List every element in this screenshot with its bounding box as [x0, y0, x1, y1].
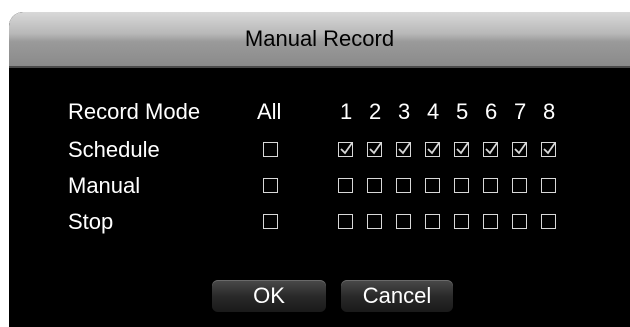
channel-header-4: 4	[427, 99, 440, 124]
stop-channel-8-checkbox[interactable]	[541, 214, 556, 229]
manual-channel-7-checkbox[interactable]	[512, 178, 527, 193]
stop-channel-7-checkbox[interactable]	[512, 214, 527, 229]
stop-all-checkbox[interactable]	[263, 214, 278, 229]
manual-channel-5-checkbox[interactable]	[454, 178, 469, 193]
checkmark-icon	[514, 142, 527, 155]
schedule-channel-6-checkbox[interactable]	[483, 142, 498, 157]
channel-header-1: 1	[340, 99, 353, 124]
channel-header-7: 7	[514, 99, 527, 124]
ok-button[interactable]: OK	[212, 280, 326, 312]
row-label-manual: Manual	[68, 173, 141, 198]
schedule-channel-5-checkbox[interactable]	[454, 142, 469, 157]
all-column-header: All	[257, 99, 282, 124]
stop-channel-1-checkbox[interactable]	[338, 214, 353, 229]
manual-channel-8-checkbox[interactable]	[541, 178, 556, 193]
stop-channel-3-checkbox[interactable]	[396, 214, 411, 229]
channel-header-8: 8	[543, 99, 556, 124]
stop-channel-6-checkbox[interactable]	[483, 214, 498, 229]
checkmark-icon	[456, 142, 469, 155]
row-label-schedule: Schedule	[68, 137, 160, 162]
manual-record-dialog: Manual Record Record Mode All Schedule M…	[9, 12, 630, 327]
row-label-stop: Stop	[68, 209, 114, 234]
checkmark-icon	[543, 142, 556, 155]
cancel-button[interactable]: Cancel	[341, 280, 453, 312]
checkmark-icon	[340, 142, 353, 155]
manual-channel-4-checkbox[interactable]	[425, 178, 440, 193]
checkmark-icon	[485, 142, 498, 155]
checkmark-icon	[427, 142, 440, 155]
schedule-channel-8-checkbox[interactable]	[541, 142, 556, 157]
schedule-channel-3-checkbox[interactable]	[396, 142, 411, 157]
schedule-channel-1-checkbox[interactable]	[338, 142, 353, 157]
channel-header-3: 3	[398, 99, 411, 124]
manual-channel-6-checkbox[interactable]	[483, 178, 498, 193]
stop-channel-2-checkbox[interactable]	[367, 214, 382, 229]
channel-header-5: 5	[456, 99, 469, 124]
dialog-title: Manual Record	[244, 26, 395, 51]
checkmark-icon	[369, 142, 382, 155]
channel-header-6: 6	[485, 99, 498, 124]
schedule-channel-4-checkbox[interactable]	[425, 142, 440, 157]
manual-channel-3-checkbox[interactable]	[396, 178, 411, 193]
dialog-title-bar: Manual Record	[9, 12, 630, 68]
channel-header-2: 2	[369, 99, 382, 124]
stop-channel-4-checkbox[interactable]	[425, 214, 440, 229]
record-mode-header: Record Mode	[68, 99, 201, 124]
manual-channel-1-checkbox[interactable]	[338, 178, 353, 193]
stop-channel-5-checkbox[interactable]	[454, 214, 469, 229]
schedule-all-checkbox[interactable]	[263, 142, 278, 157]
manual-channel-2-checkbox[interactable]	[367, 178, 382, 193]
checkmark-icon	[398, 142, 411, 155]
schedule-channel-7-checkbox[interactable]	[512, 142, 527, 157]
schedule-channel-2-checkbox[interactable]	[367, 142, 382, 157]
manual-all-checkbox[interactable]	[263, 178, 278, 193]
